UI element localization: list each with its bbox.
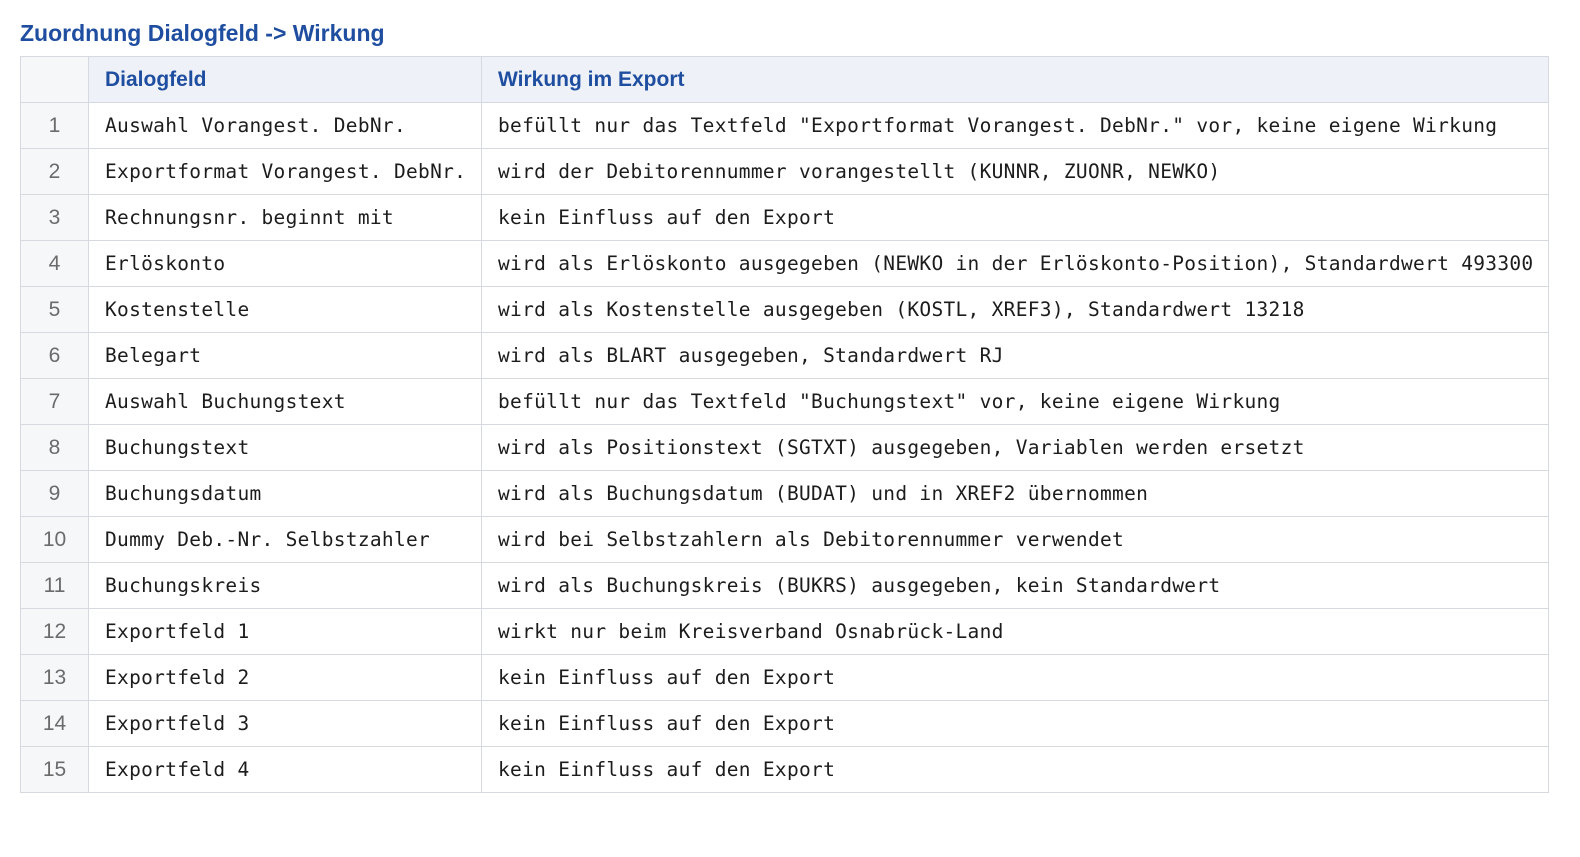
dialog-field-cell: Exportfeld 1 xyxy=(88,608,482,655)
export-effect-cell: wird als Buchungsdatum (BUDAT) und in XR… xyxy=(481,470,1549,517)
row-number: 8 xyxy=(20,424,89,471)
row-number: 13 xyxy=(20,654,89,701)
row-number: 1 xyxy=(20,102,89,149)
table-header-row: Dialogfeld Wirkung im Export xyxy=(20,56,1549,103)
row-number: 4 xyxy=(20,240,89,287)
dialog-field-cell: Buchungstext xyxy=(88,424,482,471)
row-number: 2 xyxy=(20,148,89,195)
dialog-field-cell: Dummy Deb.-Nr. Selbstzahler xyxy=(88,516,482,563)
table-row: 15 Exportfeld 4 kein Einfluss auf den Expo… xyxy=(20,746,1549,793)
table-row: 1 Auswahl Vorangest. DebNr. befüllt nur da… xyxy=(20,102,1549,149)
table-row: 11 Buchungskreis wird als Buchungskreis (B… xyxy=(20,562,1549,609)
dialog-field-cell: Exportfeld 4 xyxy=(88,746,482,793)
export-effect-cell: wird bei Selbstzahlern als Debitorennumm… xyxy=(481,516,1549,563)
table-body: 1 Auswahl Vorangest. DebNr. befüllt nur da… xyxy=(20,102,1549,793)
export-effect-cell: kein Einfluss auf den Export xyxy=(481,654,1549,701)
row-number: 7 xyxy=(20,378,89,425)
export-effect-cell: befüllt nur das Textfeld "Exportformat V… xyxy=(481,102,1549,149)
table-header: Dialogfeld Wirkung im Export xyxy=(20,56,1549,103)
dialog-field-cell: Erlöskonto xyxy=(88,240,482,287)
dialog-field-cell: Exportfeld 3 xyxy=(88,700,482,747)
column-header-field: Dialogfeld xyxy=(88,56,482,103)
dialog-field-cell: Exportfeld 2 xyxy=(88,654,482,701)
table-row: 12 Exportfeld 1 wirkt nur beim Kreisverban… xyxy=(20,608,1549,655)
table-row: 2 Exportformat Vorangest. DebNr. wird der … xyxy=(20,148,1549,195)
row-number: 9 xyxy=(20,470,89,517)
dialog-field-cell: Buchungsdatum xyxy=(88,470,482,517)
row-number: 11 xyxy=(20,562,89,609)
dialog-field-cell: Kostenstelle xyxy=(88,286,482,333)
row-number: 6 xyxy=(20,332,89,379)
export-effect-cell: wirkt nur beim Kreisverband Osnabrück-La… xyxy=(481,608,1549,655)
export-effect-cell: kein Einfluss auf den Export xyxy=(481,194,1549,241)
export-effect-cell: wird als Buchungskreis (BUKRS) ausgegebe… xyxy=(481,562,1549,609)
dialog-field-cell: Auswahl Buchungstext xyxy=(88,378,482,425)
row-number: 14 xyxy=(20,700,89,747)
column-header-number xyxy=(20,56,89,103)
row-number: 15 xyxy=(20,746,89,793)
export-effect-cell: wird der Debitorennummer vorangestellt (… xyxy=(481,148,1549,195)
table-row: 14 Exportfeld 3 kein Einfluss auf den Expo… xyxy=(20,700,1549,747)
dialog-field-cell: Buchungskreis xyxy=(88,562,482,609)
row-number: 3 xyxy=(20,194,89,241)
table-row: 13 Exportfeld 2 kein Einfluss auf den Expo… xyxy=(20,654,1549,701)
table-row: 6 Belegart wird als BLART ausgegeben, Stan… xyxy=(20,332,1549,379)
export-effect-cell: kein Einfluss auf den Export xyxy=(481,700,1549,747)
dialog-field-cell: Auswahl Vorangest. DebNr. xyxy=(88,102,482,149)
export-effect-cell: kein Einfluss auf den Export xyxy=(481,746,1549,793)
table-row: 4 Erlöskonto wird als Erlöskonto ausgegebe… xyxy=(20,240,1549,287)
row-number: 5 xyxy=(20,286,89,333)
table-row: 7 Auswahl Buchungstext befüllt nur das Tex… xyxy=(20,378,1549,425)
table-row: 10 Dummy Deb.-Nr. Selbstzahler wird bei Se… xyxy=(20,516,1549,563)
row-number: 12 xyxy=(20,608,89,655)
dialog-field-cell: Rechnungsnr. beginnt mit xyxy=(88,194,482,241)
export-effect-cell: wird als Positionstext (SGTXT) ausgegebe… xyxy=(481,424,1549,471)
table-row: 8 Buchungstext wird als Positionstext (SGT… xyxy=(20,424,1549,471)
row-number: 10 xyxy=(20,516,89,563)
table-row: 3 Rechnungsnr. beginnt mit kein Einfluss a… xyxy=(20,194,1549,241)
dialog-field-cell: Exportformat Vorangest. DebNr. xyxy=(88,148,482,195)
table-row: 5 Kostenstelle wird als Kostenstelle ausge… xyxy=(20,286,1549,333)
mapping-table: Dialogfeld Wirkung im Export 1 Auswahl Vo… xyxy=(20,56,1549,793)
export-effect-cell: wird als Kostenstelle ausgegeben (KOSTL,… xyxy=(481,286,1549,333)
export-effect-cell: wird als BLART ausgegeben, Standardwert … xyxy=(481,332,1549,379)
export-effect-cell: befüllt nur das Textfeld "Buchungstext" … xyxy=(481,378,1549,425)
export-effect-cell: wird als Erlöskonto ausgegeben (NEWKO in… xyxy=(481,240,1549,287)
dialog-field-cell: Belegart xyxy=(88,332,482,379)
page-title: Zuordnung Dialogfeld -> Wirkung xyxy=(20,20,385,46)
column-header-effect: Wirkung im Export xyxy=(481,56,1549,103)
table-row: 9 Buchungsdatum wird als Buchungsdatum (BU… xyxy=(20,470,1549,517)
